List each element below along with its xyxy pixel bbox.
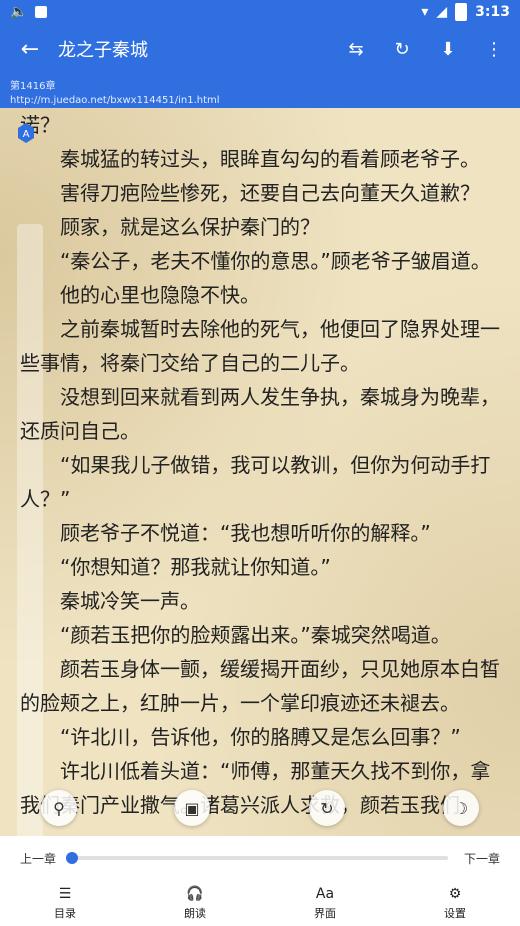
progress-thumb[interactable] xyxy=(66,852,79,864)
page-button[interactable]: ▣ xyxy=(174,790,210,826)
app-actions: ⇆ ↻ ⬇ ⋮ xyxy=(342,35,508,63)
paragraph: 没想到回来就看到两人发生争执，秦城身为晚辈，还质问自己。 xyxy=(20,385,500,443)
paragraph: 顾家，就是这么保护秦门的？ xyxy=(60,215,320,239)
download-button[interactable]: ⬇ xyxy=(434,35,462,63)
text-fragment: 诺？ xyxy=(20,113,60,137)
status-right: ▾ ◢ 3:13 xyxy=(421,3,510,21)
search-icon: ⚲ xyxy=(53,798,65,818)
cell-signal-icon: ◢ xyxy=(436,4,448,20)
bottom-nav-label: 朗读 xyxy=(184,906,206,920)
next-chapter-button[interactable]: 下一章 xyxy=(464,850,500,867)
battery-icon xyxy=(455,3,468,21)
progress-slider[interactable] xyxy=(66,852,448,864)
bottom-nav: ☰ 目录 🎧 朗读 Aa 界面 ⚙ 设置 xyxy=(0,880,520,926)
night-mode-button[interactable]: ☽ xyxy=(443,790,479,826)
bottom-nav-interface[interactable]: Aa 界面 xyxy=(260,880,390,926)
shuffle-icon: ⇆ xyxy=(348,38,364,60)
more-vert-icon: ⋮ xyxy=(485,38,503,60)
back-button[interactable]: ← xyxy=(12,31,48,67)
bottom-nav-read-aloud[interactable]: 🎧 朗读 xyxy=(130,880,260,926)
shuffle-button[interactable]: ⇆ xyxy=(342,35,370,63)
wifi-icon: ▾ xyxy=(421,4,429,20)
paragraph: “如果我儿子做错，我可以教训，但你为何动手打人？” xyxy=(20,453,491,511)
paragraph: 之前秦城暂时去除他的死气，他便回了隐界处理一些事情，将秦门交给了自己的二儿子。 xyxy=(20,317,500,375)
bottom-nav-settings[interactable]: ⚙ 设置 xyxy=(390,880,520,926)
download-icon: ⬇ xyxy=(440,38,456,60)
bottom-nav-catalog[interactable]: ☰ 目录 xyxy=(0,880,130,926)
svg-text:A: A xyxy=(23,129,30,140)
font-icon: Aa xyxy=(315,885,335,902)
night-mode-icon: ☽ xyxy=(453,798,469,818)
chapter-label: 第1416章 xyxy=(10,81,56,92)
volume-icon: 🔈 xyxy=(10,4,28,20)
chapter-header: 第1416章 http://m.juedao.net/bxwx114451/in… xyxy=(0,74,520,108)
paragraph: “你想知道？那我就让你知道。” xyxy=(60,555,331,579)
paragraph: 害得刀疤险些惨死，还要自己去向董天久道歉？ xyxy=(60,181,480,205)
auto-page-icon[interactable]: A xyxy=(16,123,36,143)
replace-button[interactable]: ↻ xyxy=(309,790,345,826)
bottom-nav-label: 目录 xyxy=(54,906,76,920)
bottom-nav-label: 设置 xyxy=(444,906,466,920)
more-button[interactable]: ⋮ xyxy=(480,35,508,63)
prev-chapter-button[interactable]: 上一章 xyxy=(20,850,56,867)
paragraph: 许北川低着头道：“师傅，那董天久找不到你，拿我们秦门产业撒气。诸葛兴派人求救，颜… xyxy=(20,759,491,817)
chapter-progress: 上一章 下一章 xyxy=(0,836,520,880)
book-title: 龙之子秦城 xyxy=(58,40,148,61)
paragraph: “许北川，告诉他，你的胳膊又是怎么回事？” xyxy=(60,725,461,749)
list-icon: ☰ xyxy=(58,885,72,902)
paragraph: “颜若玉把你的脸颊露出来。”秦城突然喝道。 xyxy=(60,623,451,647)
notification-square-icon xyxy=(35,6,48,18)
arrow-left-icon: ← xyxy=(20,36,40,62)
search-button[interactable]: ⚲ xyxy=(41,790,77,826)
paragraph: 颜若玉身体一颤，缓缓揭开面纱，只见她原本白皙的脸颊之上，红肿一片，一个掌印痕迹还… xyxy=(20,657,500,715)
status-bar: 🔈 ▾ ◢ 3:13 xyxy=(0,0,520,24)
headphones-icon: 🎧 xyxy=(186,885,204,902)
app-bar: ← 龙之子秦城 ⇆ ↻ ⬇ ⋮ xyxy=(0,24,520,74)
page-icon: ▣ xyxy=(184,798,200,818)
status-time: 3:13 xyxy=(475,4,510,20)
reader-page[interactable]: 诺？ 秦城猛的转过头，眼眸直勾勾的看着顾老爷子。 害得刀疤险些惨死，还要自己去向… xyxy=(0,108,520,836)
settings-icon: ⚙ xyxy=(448,885,462,902)
paragraph: 他的心里也隐隐不快。 xyxy=(60,283,260,307)
replace-icon: ↻ xyxy=(320,798,334,818)
paragraph: 秦城冷笑一声。 xyxy=(60,589,200,613)
paragraph: 秦城猛的转过头，眼眸直勾勾的看着顾老爷子。 xyxy=(60,147,480,171)
reader-content: 诺？ 秦城猛的转过头，眼眸直勾勾的看着顾老爷子。 害得刀疤险些惨死，还要自己去向… xyxy=(20,108,506,822)
paragraph: “秦公子，老夫不懂你的意思。”顾老爷子皱眉道。 xyxy=(60,249,491,273)
bottom-nav-label: 界面 xyxy=(314,906,336,920)
refresh-icon: ↻ xyxy=(394,38,410,60)
chapter-url[interactable]: http://m.juedao.net/bxwx114451/in1.html xyxy=(10,94,510,108)
paragraph: 顾老爷子不悦道：“我也想听听你的解释。” xyxy=(60,521,431,545)
status-left: 🔈 xyxy=(10,4,48,20)
refresh-button[interactable]: ↻ xyxy=(388,35,416,63)
